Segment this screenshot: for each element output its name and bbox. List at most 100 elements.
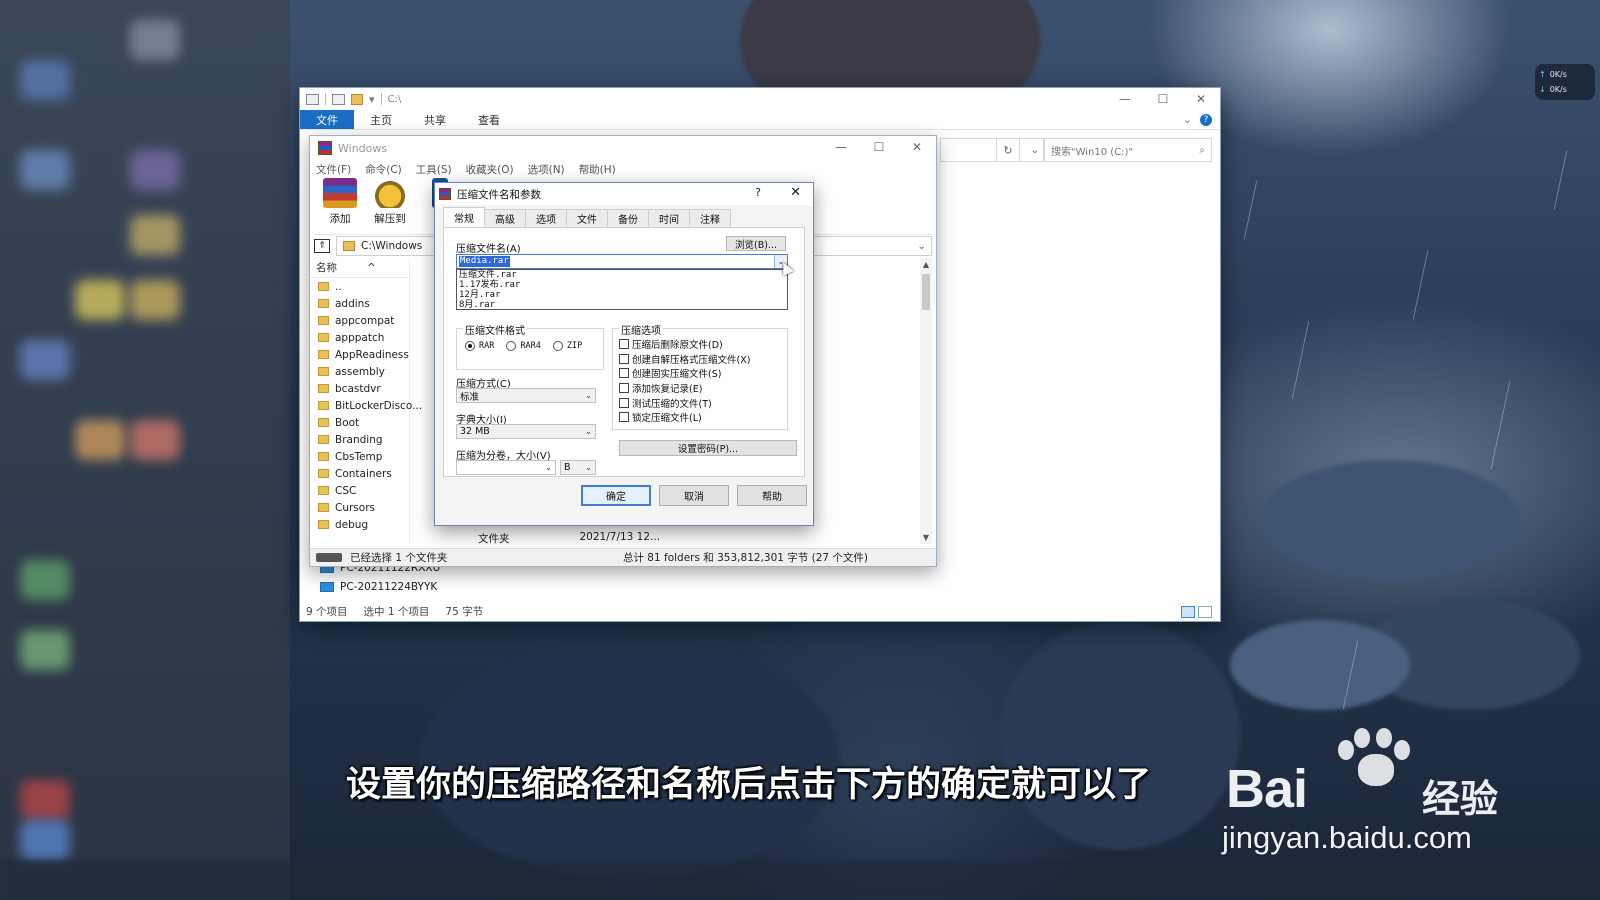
menu-options[interactable]: 选项(N) <box>528 162 565 177</box>
minimize-button[interactable]: — <box>822 136 860 158</box>
set-password-button[interactable]: 设置密码(P)... <box>619 440 797 456</box>
list-item[interactable]: debug <box>310 516 409 533</box>
split-volume-unit-select[interactable]: B ⌄ <box>560 460 596 475</box>
list-item[interactable]: Branding <box>310 431 409 448</box>
maximize-button[interactable]: ☐ <box>860 136 898 158</box>
history-item[interactable]: 1.17发布.rar <box>457 280 787 290</box>
compression-method-select[interactable]: 标准 ⌄ <box>456 388 596 403</box>
tab-advanced[interactable]: 高级 <box>484 209 526 227</box>
large-icons-view-icon[interactable] <box>1198 606 1212 618</box>
menu-file[interactable]: 文件(F) <box>316 162 351 177</box>
extract-to-button[interactable]: 解压到 <box>368 178 412 226</box>
history-item[interactable]: 12月.rar <box>457 290 787 300</box>
tab-file[interactable]: 文件 <box>300 110 354 129</box>
desktop-icon-blur <box>20 150 70 190</box>
minimize-button[interactable]: — <box>1106 88 1144 110</box>
tab-options[interactable]: 选项 <box>525 209 567 227</box>
menu-commands[interactable]: 命令(C) <box>365 162 402 177</box>
list-item[interactable]: Boot <box>310 414 409 431</box>
ok-button[interactable]: 确定 <box>581 485 651 506</box>
search-input[interactable]: 搜索"Win10 (C:)" ⌕ <box>1044 138 1212 162</box>
list-item[interactable]: BitLockerDisco... <box>310 397 422 414</box>
list-item[interactable]: CbsTemp <box>310 448 409 465</box>
context-help-button[interactable]: ? <box>755 186 761 199</box>
cancel-button[interactable]: 取消 <box>659 485 729 506</box>
tab-home[interactable]: 主页 <box>354 110 408 129</box>
new-folder-icon[interactable] <box>351 93 363 105</box>
desktop-icon-blur <box>20 780 70 820</box>
paw-logo-icon <box>1336 728 1414 790</box>
menu-help[interactable]: 帮助(H) <box>579 162 616 177</box>
ribbon-expand-icon[interactable]: ⌄ <box>1183 113 1192 126</box>
selected-count: 选中 1 个项目 <box>363 606 430 618</box>
list-item[interactable]: Containers <box>310 465 409 482</box>
list-item[interactable]: assembly <box>310 363 409 380</box>
maximize-button[interactable]: ☐ <box>1144 88 1182 110</box>
list-item[interactable]: addins <box>310 295 409 312</box>
dictionary-size-select[interactable]: 32 MB ⌄ <box>456 424 596 439</box>
create-solid-checkbox[interactable]: 创建固实压缩文件(S) <box>619 366 750 381</box>
format-rar-radio[interactable]: RAR <box>465 341 494 351</box>
archive-name-combobox[interactable]: Media.rar ⌄ <box>456 254 788 269</box>
format-rar4-radio[interactable]: RAR4 <box>506 341 541 351</box>
folder-icon <box>318 316 329 325</box>
folder-name: Cursors <box>335 501 375 514</box>
test-archived-files-checkbox[interactable]: 测试压缩的文件(T) <box>619 395 750 410</box>
menu-favorites[interactable]: 收藏夹(O) <box>466 162 514 177</box>
add-button[interactable]: 添加 <box>318 178 362 226</box>
list-item[interactable]: apppatch <box>310 329 409 346</box>
rain-streak <box>1243 180 1258 240</box>
tab-view[interactable]: 查看 <box>462 110 516 129</box>
properties-icon[interactable] <box>306 93 319 105</box>
scroll-down-icon[interactable]: ▼ <box>920 533 932 542</box>
history-item[interactable]: 8月.rar <box>457 300 787 310</box>
tab-time[interactable]: 时间 <box>648 209 690 227</box>
scroll-up-icon[interactable]: ▲ <box>920 260 932 269</box>
list-item[interactable]: bcastdvr <box>310 380 409 397</box>
search-icon: ⌕ <box>1199 144 1205 156</box>
nav-item-network-pc[interactable]: PC-20211224BYYK <box>312 577 440 596</box>
tab-backup[interactable]: 备份 <box>607 209 649 227</box>
menu-tools[interactable]: 工具(S) <box>416 162 452 177</box>
help-icon[interactable]: ? <box>1200 113 1212 126</box>
tab-general[interactable]: 常规 <box>443 207 485 227</box>
folder-name: CSC <box>335 484 357 497</box>
list-item[interactable]: AppReadiness <box>310 346 409 363</box>
tab-files[interactable]: 文件 <box>566 209 608 227</box>
lock-archive-checkbox[interactable]: 锁定压缩文件(L) <box>619 410 750 425</box>
list-item[interactable]: Cursors <box>310 499 409 516</box>
selected-size: 75 字节 <box>445 606 484 618</box>
details-view-icon[interactable] <box>1181 606 1195 618</box>
status-selected: 已经选择 1 个文件夹 <box>350 552 448 564</box>
file-list-scrollbar[interactable]: ▲ ▼ <box>920 258 932 544</box>
list-item[interactable]: .. <box>310 278 409 295</box>
delete-after-archiving-checkbox[interactable]: 压缩后删除原文件(D) <box>619 337 750 352</box>
refresh-button[interactable]: ↻ <box>996 138 1020 162</box>
chevron-down-icon[interactable]: ⌄ <box>917 240 931 252</box>
folder-icon <box>318 452 329 461</box>
close-button[interactable]: ✕ <box>898 136 936 158</box>
tab-comment[interactable]: 注释 <box>689 209 731 227</box>
close-button[interactable]: ✕ <box>1182 88 1220 110</box>
address-dropdown[interactable]: ⌄ <box>940 138 1044 162</box>
add-recovery-record-checkbox[interactable]: 添加恢复记录(E) <box>619 381 750 396</box>
close-button[interactable]: ✕ <box>790 185 801 200</box>
archive-options-dialog: 压缩文件名和参数 ? ✕ 常规 高级 选项 文件 备份 时间 注释 压缩文件名(… <box>434 182 814 526</box>
checkbox-icon <box>619 412 629 423</box>
quick-access-dropdown-icon[interactable]: ▾ <box>369 93 375 106</box>
list-item[interactable]: CSC <box>310 482 409 499</box>
history-item[interactable]: 压缩文件.rar <box>457 270 787 280</box>
checkbox-icon[interactable] <box>332 93 345 105</box>
folder-name: CbsTemp <box>335 450 383 463</box>
column-header-name[interactable]: 名称 ^ <box>310 258 409 278</box>
scrollbar-thumb[interactable] <box>922 274 930 310</box>
format-zip-radio[interactable]: ZIP <box>552 341 582 351</box>
help-button[interactable]: 帮助 <box>737 485 807 506</box>
browse-button[interactable]: 浏览(B)... <box>726 236 786 251</box>
baidu-wordmark: Bai <box>1226 759 1308 819</box>
create-sfx-checkbox[interactable]: 创建自解压格式压缩文件(X) <box>619 352 750 367</box>
tab-share[interactable]: 共享 <box>408 110 462 129</box>
split-volume-size-input[interactable]: ⌄ <box>456 460 556 475</box>
list-item[interactable]: appcompat <box>310 312 409 329</box>
up-folder-icon[interactable]: ⇑ <box>314 238 330 253</box>
